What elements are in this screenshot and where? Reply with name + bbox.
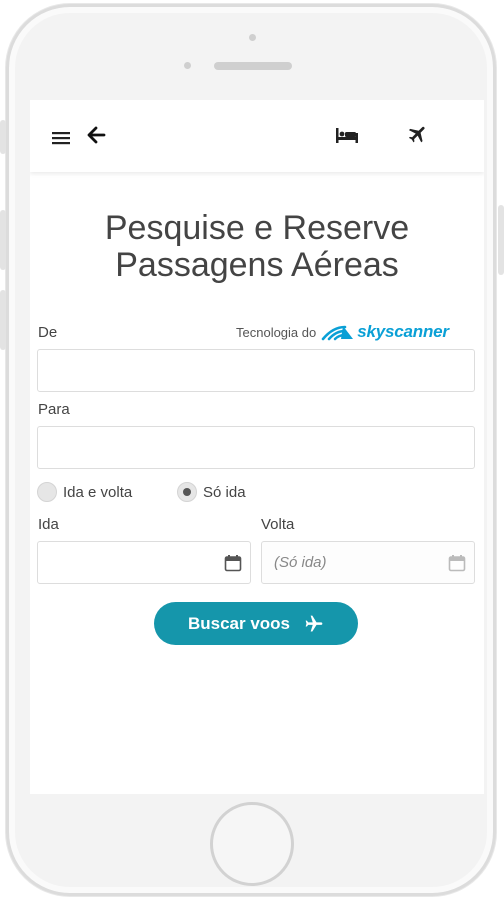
- from-label: De: [38, 324, 58, 341]
- powered-by: Tecnologia do skyscanner: [236, 322, 449, 342]
- radio-one-way[interactable]: Só ida: [177, 482, 246, 502]
- arrow-left-icon[interactable]: [86, 125, 106, 145]
- radio-round-trip-label: Ida e volta: [63, 483, 133, 501]
- calendar-icon[interactable]: [448, 554, 466, 572]
- hamburger-menu-icon[interactable]: [52, 131, 70, 145]
- search-flights-button[interactable]: Buscar voos: [154, 602, 358, 645]
- phone-home-button[interactable]: [210, 802, 294, 886]
- phone-sensor: [184, 62, 191, 69]
- to-label: Para: [38, 401, 70, 418]
- search-flights-label: Buscar voos: [187, 613, 291, 633]
- depart-date-input[interactable]: [37, 541, 251, 584]
- airplane-icon[interactable]: [407, 123, 429, 145]
- powered-by-text: Tecnologia do: [236, 324, 317, 340]
- skyscanner-logo-icon: [321, 325, 354, 341]
- radio-one-way-control[interactable]: [177, 482, 197, 502]
- app-screen: Pesquise e Reserve Passagens Aéreas De Te…: [30, 100, 484, 794]
- phone-power-button: [498, 205, 504, 275]
- page-title: Pesquise e Reserve Passagens Aéreas: [30, 210, 484, 284]
- skyscanner-brand: skyscanner: [357, 322, 449, 341]
- calendar-icon[interactable]: [224, 554, 242, 572]
- phone-volume-down-button: [0, 290, 6, 350]
- return-date-input[interactable]: [261, 541, 475, 584]
- phone-speaker: [214, 62, 292, 70]
- from-input[interactable]: [37, 349, 475, 392]
- radio-round-trip[interactable]: Ida e volta: [37, 482, 132, 502]
- return-label: Volta: [261, 516, 295, 533]
- phone-side-button: [0, 120, 6, 154]
- to-input[interactable]: [37, 426, 475, 469]
- airplane-icon: [305, 615, 323, 631]
- depart-label: Ida: [38, 516, 59, 533]
- page-title-line1: Pesquise e Reserve: [104, 209, 410, 247]
- top-bar: [30, 100, 484, 172]
- radio-round-trip-control[interactable]: [37, 482, 57, 502]
- phone-camera: [249, 34, 256, 41]
- radio-one-way-label: Só ida: [203, 483, 246, 501]
- bed-icon[interactable]: [335, 126, 359, 144]
- page-title-line2: Passagens Aéreas: [115, 246, 399, 284]
- phone-volume-up-button: [0, 210, 6, 270]
